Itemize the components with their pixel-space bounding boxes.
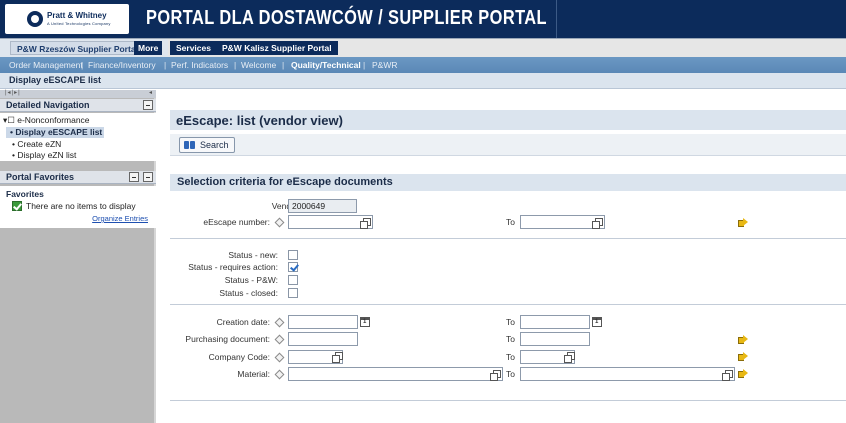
subnav-welcome[interactable]: Welcome [241,59,276,71]
nav-item-display-eescape-list[interactable]: • Display eESCAPE list [6,127,104,138]
favorites-options-icon[interactable] [129,172,139,182]
tab-kalisz-supplier-portal[interactable]: P&W Kalisz Supplier Portal [216,41,338,55]
nav-item-label: Create eZN [17,139,62,149]
content-toolbar: Search [170,134,846,156]
selection-criteria-header: Selection criteria for eEscape documents [170,174,846,191]
multiple-selection-arrow-icon[interactable] [738,352,748,361]
status-new-checkbox[interactable] [288,250,298,260]
pratt-whitney-logo[interactable]: Pratt & Whitney A United Technologies Co… [5,4,129,34]
multiple-selection-arrow-icon[interactable] [738,369,748,378]
page-title-bar: Display eESCAPE list [0,73,846,89]
content-title: eEscape: list (vendor view) [176,113,343,128]
eescape-number-to-label: To [506,217,515,227]
favorites-empty-message: There are no items to display [26,201,136,211]
subnav-quality-technical[interactable]: Quality/Technical [291,59,361,71]
detailed-navigation-title: Detailed Navigation [6,100,90,110]
material-from-input[interactable] [288,367,503,381]
purchasing-document-label: Purchasing document: [185,334,270,344]
favorites-heading: Favorites [6,189,44,199]
subnav-finance-inventory[interactable]: Finance/Inventory [88,59,156,71]
subnav-separator: | [164,60,167,70]
detailed-navigation-header: Detailed Navigation [0,99,156,112]
material-label: Material: [237,369,270,379]
eescape-number-label: eEscape number: [203,217,270,227]
material-to-input[interactable] [520,367,735,381]
minimize-icon[interactable] [143,172,153,182]
calendar-icon[interactable] [360,317,370,327]
status-pw-checkbox[interactable] [288,275,298,285]
status-closed-label: Status - closed: [219,288,278,298]
status-requires-action-label: Status - requires action: [188,262,278,272]
detailed-navigation-body: ▾☐ e-Nonconformance • Display eESCAPE li… [0,113,156,161]
value-help-icon[interactable] [722,370,733,381]
top-navigation: P&W Rzeszów Supplier Portal More Service… [0,38,846,57]
page-title: Display eESCAPE list [9,75,102,85]
subnav-separator: | [282,60,285,70]
portal-favorites-title: Portal Favorites [6,172,75,182]
portal-favorites-header: Portal Favorites [0,171,156,184]
status-closed-checkbox[interactable] [288,288,298,298]
content-header: eEscape: list (vendor view) [170,110,846,130]
sub-navigation: Order Management | Finance/Inventory | P… [0,57,846,73]
subnav-separator: | [234,60,237,70]
creation-date-label: Creation date: [216,317,270,327]
nav-item-create-ezn[interactable]: • Create eZN [8,139,65,150]
calendar-icon[interactable] [592,317,602,327]
subnav-order-management[interactable]: Order Management [9,59,83,71]
form-divider [170,238,846,239]
value-help-icon[interactable] [332,352,343,363]
left-navigation-panel: |◂|▸| ◂ Detailed Navigation ▾☐ e-Nonconf… [0,90,156,423]
purchasing-document-from-input[interactable] [288,332,358,346]
search-button[interactable]: Search [179,137,235,153]
tab-rzeszow-supplier-portal[interactable]: P&W Rzeszów Supplier Portal [10,41,145,55]
value-help-icon[interactable] [592,218,603,229]
multiple-selection-arrow-icon[interactable] [738,218,748,227]
purchasing-document-to-label: To [506,334,515,344]
value-help-icon[interactable] [490,370,501,381]
status-pw-label: Status - P&W: [224,275,278,285]
panel-resize-grip[interactable]: |◂|▸| ◂ [0,90,156,98]
checkmark-icon [12,201,22,211]
nav-item-display-ezn-list[interactable]: • Display eZN list [8,150,80,161]
header-divider [556,0,557,38]
value-help-icon[interactable] [360,218,371,229]
logo-name: Pratt & Whitney [47,11,107,20]
nav-item-label: Display eESCAPE list [15,127,103,137]
nav-root-e-nonconformance[interactable]: ▾☐ e-Nonconformance [3,115,90,126]
tab-services[interactable]: Services [170,41,217,55]
subnav-separator: | [363,60,366,70]
tab-more[interactable]: More [134,41,163,55]
organize-entries-link[interactable]: Organize Entries [92,214,148,223]
company-code-label: Company Code: [208,352,270,362]
multiple-selection-arrow-icon[interactable] [738,335,748,344]
status-new-label: Status - new: [228,250,278,260]
purchasing-document-to-input[interactable] [520,332,590,346]
logo-subtitle: A United Technologies Company [47,21,111,26]
portal-header: Pratt & Whitney A United Technologies Co… [0,0,846,38]
panel-collapse-icon[interactable]: ◂ [149,89,153,96]
subnav-pwr[interactable]: P&WR [372,59,398,71]
panel-grip-left: |◂|▸| [5,90,21,96]
portal-title: PORTAL DLA DOSTAWCÓW / SUPPLIER PORTAL [146,7,547,29]
favorites-body: Favorites There are no items to display … [0,186,156,228]
creation-date-to-input[interactable] [520,315,590,329]
selection-criteria-title: Selection criteria for eEscape documents [177,176,393,188]
form-divider [170,304,846,305]
subnav-perf-indicators[interactable]: Perf. Indicators [171,59,228,71]
vendor-field: 2000649 [288,199,357,213]
search-button-label: Search [200,140,229,150]
main-content: eEscape: list (vendor view) Search Selec… [158,90,846,423]
value-help-icon[interactable] [564,352,575,363]
material-to-label: To [506,369,515,379]
creation-date-from-input[interactable] [288,315,358,329]
minimize-icon[interactable] [143,100,153,110]
company-code-to-label: To [506,352,515,362]
logo-emblem-icon [27,11,43,27]
subnav-separator: | [81,60,84,70]
creation-date-to-label: To [506,317,515,327]
status-requires-action-checkbox[interactable] [288,262,298,272]
binoculars-icon [184,140,196,150]
nav-item-label: Display eZN list [17,150,77,160]
